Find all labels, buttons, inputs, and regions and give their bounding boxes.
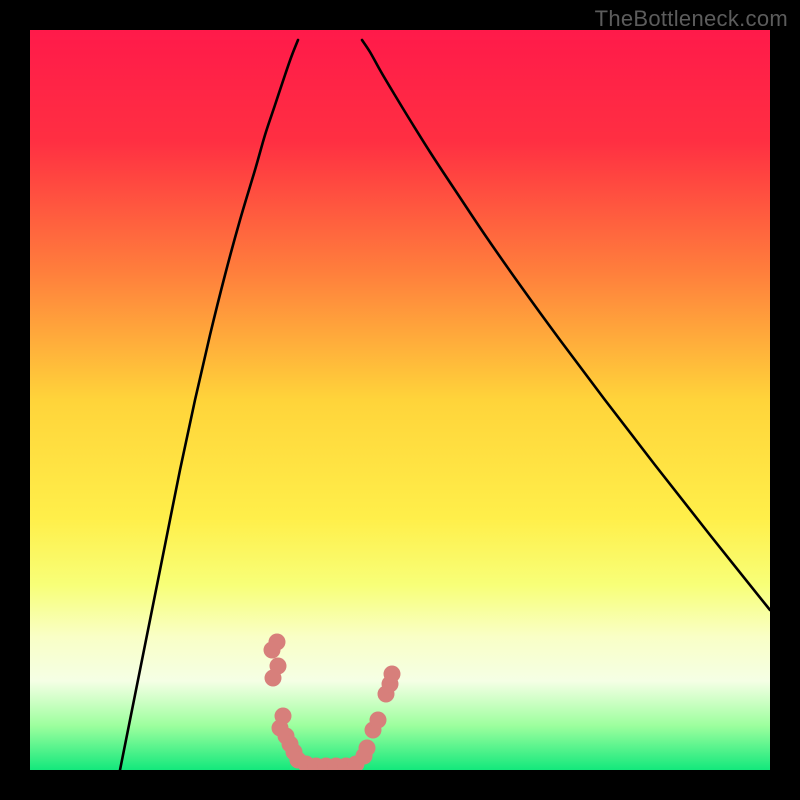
watermark-text: TheBottleneck.com bbox=[595, 6, 788, 32]
marker-point bbox=[384, 666, 401, 683]
chart-svg bbox=[30, 30, 770, 770]
marker-point bbox=[370, 712, 387, 729]
chart-frame: TheBottleneck.com bbox=[0, 0, 800, 800]
marker-point bbox=[359, 740, 376, 757]
marker-point bbox=[264, 642, 281, 659]
marker-point bbox=[265, 670, 282, 687]
plot-area bbox=[30, 30, 770, 770]
